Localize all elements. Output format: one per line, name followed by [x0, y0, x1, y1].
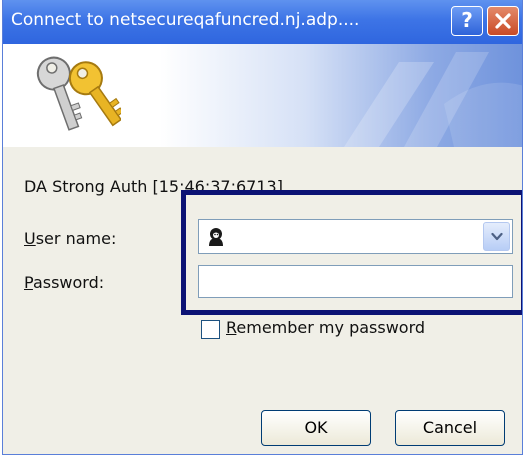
window-title: Connect to netsecureqafuncred.nj.adp.... — [11, 10, 360, 30]
password-field[interactable] — [198, 265, 513, 298]
banner — [3, 44, 522, 147]
user-name-label: User name: — [24, 229, 116, 248]
ok-button[interactable]: OK — [261, 410, 371, 446]
password-label-text: assword: — [32, 273, 105, 292]
close-icon — [495, 13, 511, 29]
title-bar[interactable]: Connect to netsecureqafuncred.nj.adp....… — [3, 0, 522, 44]
realm-text: DA Strong Auth [15:46:37:6713] — [24, 177, 283, 196]
banner-decoration — [344, 52, 522, 147]
user-name-label-accel: U — [24, 229, 36, 248]
chevron-down-icon — [491, 232, 503, 241]
keys-icon — [36, 56, 121, 131]
dropdown-button[interactable] — [483, 222, 510, 251]
password-label: Password: — [24, 273, 104, 292]
remember-password-checkbox[interactable] — [201, 320, 220, 339]
remember-label-accel: R — [226, 318, 237, 337]
remember-label-text: emember my password — [236, 318, 426, 337]
remember-password-label[interactable]: Remember my password — [226, 318, 425, 337]
cancel-button[interactable]: Cancel — [395, 410, 505, 446]
user-name-combobox[interactable] — [198, 219, 513, 254]
login-dialog: Connect to netsecureqafuncred.nj.adp....… — [2, 0, 523, 455]
help-button[interactable]: ? — [451, 6, 483, 36]
password-label-accel: P — [24, 273, 33, 292]
user-avatar-icon — [209, 228, 223, 246]
close-button[interactable] — [487, 6, 519, 36]
user-name-label-text: ser name: — [35, 229, 117, 248]
